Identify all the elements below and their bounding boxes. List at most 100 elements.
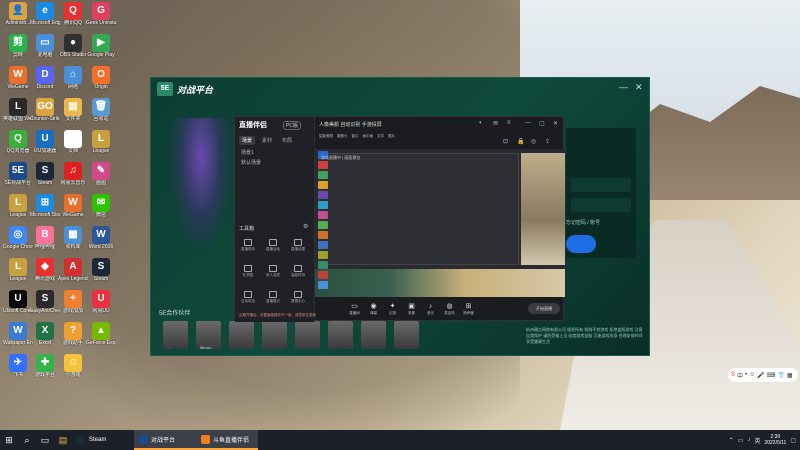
stream-tab[interactable]: 场景	[239, 136, 256, 145]
ime-shirt-icon[interactable]: 👕	[777, 372, 784, 379]
tray-volume-icon[interactable]: ♪	[747, 437, 750, 443]
search-icon[interactable]: ⌕	[18, 430, 36, 450]
task-view-icon[interactable]: ▭	[36, 430, 54, 450]
clock-date: 2022/5/11	[764, 440, 787, 446]
desktop-icon[interactable]: ☺ 小游戏	[58, 354, 88, 394]
taskbar-app[interactable]: 斗鱼直播伴侣	[196, 430, 258, 450]
tool-button[interactable]: 互动玩法	[237, 291, 259, 304]
stream-minimize-icon[interactable]: —	[525, 120, 531, 126]
notification-icon[interactable]: ▢	[790, 437, 796, 444]
friend-avatar[interactable]	[262, 321, 287, 349]
ime-grid-icon[interactable]: ▦	[787, 372, 793, 379]
preview-caption: 游戏直播中 | 画面预览	[321, 155, 361, 160]
desktop-icon-label: Origin	[94, 84, 108, 90]
tool-button[interactable]: 直播设置	[287, 239, 309, 252]
bottom-bar-button[interactable]: ◍ 麦克风	[440, 303, 459, 316]
bottom-bar-button[interactable]: ✦ 礼物	[383, 303, 402, 316]
ime-mic-icon[interactable]: 🎤	[757, 372, 764, 379]
tray-network-icon[interactable]: ▭	[738, 437, 744, 444]
tool-button[interactable]: 高能时刻	[287, 265, 309, 278]
source-toolbar: 智能美颜 摄像头 窗口 画中画 文字 图片	[319, 134, 395, 139]
tools-settings-icon[interactable]: ⚙	[303, 223, 308, 230]
launcher-close-icon[interactable]: ✕	[635, 82, 643, 93]
layout-icon[interactable]: ⊡	[503, 138, 508, 145]
source-item[interactable]: 智能美颜	[319, 134, 333, 139]
source-item[interactable]: 画中画	[363, 134, 374, 139]
stream-tab[interactable]: 布局	[279, 136, 295, 145]
ime-keyboard-icon[interactable]: ⌨	[767, 372, 776, 379]
system-tray: ⌃ ▭ ♪ 英 2:30 2022/5/11 ▢	[729, 430, 796, 450]
desktop-icon-glyph: A	[64, 258, 82, 276]
taskbar-app[interactable]: Steam	[72, 430, 134, 450]
stream-preview[interactable]	[315, 149, 565, 297]
update-notice[interactable]: 近期开播后，设置面板操作不一致，请您前往更新	[239, 313, 316, 318]
stream-maximize-icon[interactable]: ▢	[539, 120, 545, 127]
stream-mail-icon[interactable]: ✉	[493, 120, 498, 127]
tray-arrow-icon[interactable]: ⌃	[729, 437, 734, 444]
bottom-bar-button[interactable]: ♪ 音乐	[421, 303, 440, 316]
bottom-bar-icon: ◍	[446, 303, 453, 310]
desktop-icon-label: Microsoft Edge	[30, 20, 60, 26]
tool-label: 数据中心	[291, 299, 305, 303]
bottom-bar-button[interactable]: ⊞ 扬声器	[459, 303, 478, 316]
stream-skin-icon[interactable]: ◐	[479, 120, 483, 126]
friend-avatar[interactable]	[229, 321, 254, 349]
bottom-bar-button[interactable]: ▭ 直播间	[345, 303, 364, 316]
desktop-icon-label: 画图	[95, 180, 106, 186]
ime-emoji-icon[interactable]: ☺	[749, 372, 755, 378]
desktop-icon-glyph: D	[36, 66, 54, 84]
password-field[interactable]	[571, 198, 631, 212]
desktop-icon-label: 游戏助手	[62, 340, 83, 346]
tool-button[interactable]: 礼物盒	[237, 265, 259, 278]
friend-avatar[interactable]	[328, 321, 353, 349]
desktop-icon-label: League	[92, 148, 110, 154]
preview-app-icon	[318, 241, 328, 249]
desktop-icon-label: 腾讯游戏	[34, 276, 55, 282]
tool-button[interactable]: 直播活动	[262, 239, 284, 252]
bottom-bar-button[interactable]: ◉ 弹幕	[364, 303, 383, 316]
tool-button[interactable]: 直播模式	[262, 291, 284, 304]
desktop-icon[interactable]: ✈ 飞书	[3, 354, 33, 394]
desktop-icon[interactable]: ▲GeForce Experience	[86, 322, 116, 362]
file-explorer-icon[interactable]: ▤	[54, 430, 72, 450]
share-icon[interactable]: ⇪	[545, 138, 550, 145]
scene-item[interactable]: 场景1	[241, 149, 254, 156]
lock-icon[interactable]: 🔒	[517, 138, 524, 145]
source-item[interactable]: 文字	[377, 134, 384, 139]
bottom-bar-button[interactable]: ▣ 录像	[402, 303, 421, 316]
friend-avatar[interactable]	[394, 321, 419, 349]
stream-app-window[interactable]: 直播伴侣 PC版 场景 素材 布局 场景1 默认场景 工具箱 ⚙ 直播助手 直播活动直…	[234, 116, 565, 322]
windows-start-icon[interactable]: ⊞	[0, 430, 18, 450]
ime-mode[interactable]: 中	[737, 371, 743, 380]
desktop-icon-label: Word 2016	[88, 244, 114, 250]
start-live-button[interactable]: 开始直播	[528, 303, 560, 314]
tool-button[interactable]: 数据中心	[287, 291, 309, 304]
desktop-icon-label: 回收站	[93, 116, 109, 122]
camera-icon[interactable]: ◎	[531, 138, 536, 145]
launcher-title-bar[interactable]: 5E 对战平台	[151, 78, 649, 100]
launcher-minimize-icon[interactable]: —	[619, 82, 628, 92]
stream-close-icon[interactable]: ✕	[553, 120, 558, 127]
taskbar-app-icon	[139, 434, 148, 444]
tool-button[interactable]: 直播助手	[237, 239, 259, 252]
ime-toolbar[interactable]: S 中 • ☺ 🎤 ⌨ 👕 ▦	[728, 368, 798, 382]
ime-punct-icon[interactable]: •	[745, 372, 747, 378]
stream-menu-icon[interactable]: ≡	[507, 120, 511, 126]
tool-button[interactable]: 多人连麦	[262, 265, 284, 278]
login-button[interactable]	[566, 235, 596, 253]
friend-avatar[interactable]	[295, 321, 320, 349]
source-item[interactable]: 窗口	[352, 134, 359, 139]
username-field[interactable]	[571, 178, 631, 192]
source-item[interactable]: 摄像头	[337, 134, 348, 139]
forgot-password-link[interactable]: 忘记密码 / 账号	[566, 219, 600, 226]
taskbar-app[interactable]: 对战平台	[134, 430, 196, 450]
stream-tab[interactable]: 素材	[259, 136, 275, 145]
scene-item[interactable]: 默认场景	[241, 159, 261, 166]
friend-avatar[interactable]	[361, 321, 386, 349]
tray-ime-icon[interactable]: 英	[754, 436, 760, 445]
tool-label: 多人连麦	[266, 273, 280, 277]
clock[interactable]: 2:30 2022/5/11	[764, 434, 786, 446]
source-item[interactable]: 图片	[388, 134, 395, 139]
desktop-icon-label: Steam	[93, 276, 109, 282]
desktop-icon[interactable]: ✚ 游戏平台	[30, 354, 60, 394]
